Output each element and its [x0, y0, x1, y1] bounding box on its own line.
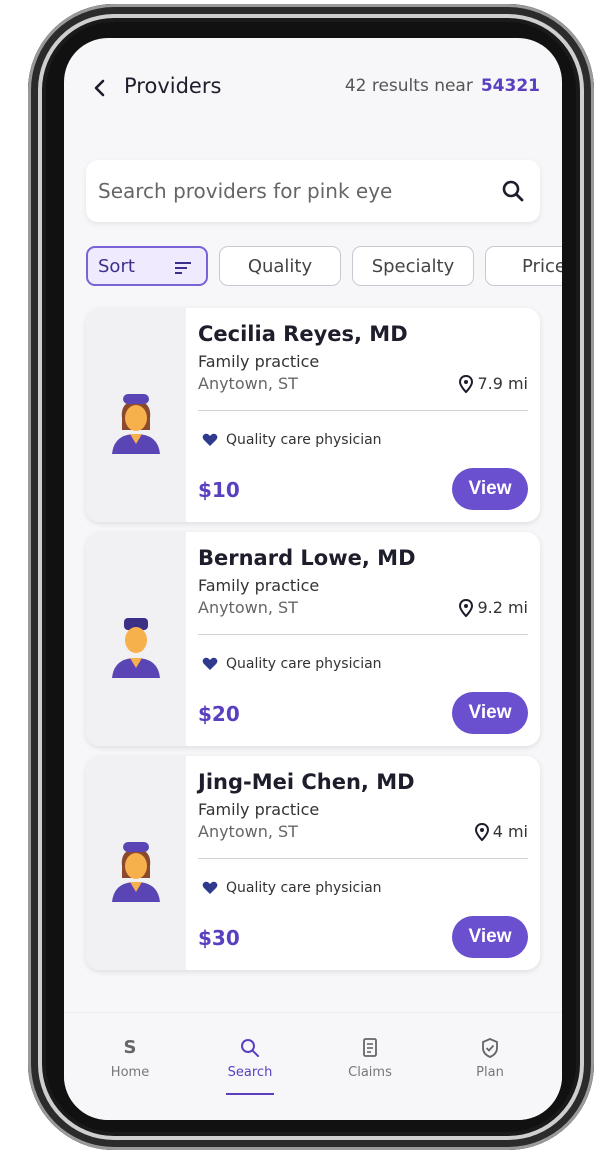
back-arrow-icon[interactable] [90, 76, 110, 100]
quality-badge: Quality care physician [202, 656, 382, 672]
provider-location: Anytown, ST [198, 598, 298, 617]
provider-distance: 4 mi [474, 822, 528, 841]
female-doctor-avatar-icon [112, 842, 160, 902]
provider-price: $30 [198, 926, 240, 950]
provider-card[interactable]: Bernard Lowe, MD Family practice Anytown… [86, 532, 540, 746]
header: Providers 42 results near 54321 [64, 74, 562, 104]
provider-location: Anytown, ST [198, 374, 298, 393]
avatar-column [86, 308, 186, 522]
filter-chips: Sort Quality Specialty Price [86, 246, 562, 288]
sort-chip[interactable]: Sort [86, 246, 208, 286]
distance-value: 4 mi [492, 822, 528, 841]
home-logo-icon: S [123, 1037, 137, 1058]
nav-claims-label: Claims [348, 1065, 392, 1080]
distance-value: 7.9 mi [477, 374, 528, 393]
provider-price: $20 [198, 702, 240, 726]
nav-claims[interactable]: Claims [330, 1037, 410, 1080]
provider-specialty: Family practice [198, 576, 320, 595]
results-count: 42 results near 54321 [345, 76, 540, 96]
card-divider [198, 858, 528, 859]
female-doctor-avatar-icon [112, 394, 160, 454]
quality-chip[interactable]: Quality [219, 246, 341, 286]
search-icon [241, 1039, 259, 1057]
provider-name: Jing-Mei Chen, MD [198, 770, 415, 794]
card-divider [198, 410, 528, 411]
heart-icon [202, 881, 218, 894]
provider-distance: 9.2 mi [458, 598, 528, 617]
male-doctor-avatar-icon [112, 618, 160, 678]
heart-icon [202, 433, 218, 446]
provider-card[interactable]: Jing-Mei Chen, MD Family practice Anytow… [86, 756, 540, 970]
provider-distance: 7.9 mi [458, 374, 528, 393]
nav-plan[interactable]: Plan [450, 1037, 530, 1080]
nav-home-label: Home [110, 1065, 150, 1080]
search-input[interactable]: Search providers for pink eye [98, 179, 392, 203]
card-divider [198, 634, 528, 635]
provider-specialty: Family practice [198, 352, 320, 371]
search-bar[interactable]: Search providers for pink eye [86, 160, 540, 222]
view-button[interactable]: View [452, 468, 528, 510]
zip-code-link[interactable]: 54321 [481, 76, 540, 96]
shield-check-icon [482, 1038, 498, 1058]
search-icon[interactable] [500, 178, 526, 204]
distance-value: 9.2 mi [477, 598, 528, 617]
location-pin-icon [459, 598, 474, 617]
provider-name: Bernard Lowe, MD [198, 546, 416, 570]
quality-label: Quality care physician [226, 432, 382, 448]
heart-icon [202, 657, 218, 670]
avatar-column [86, 532, 186, 746]
provider-name: Cecilia Reyes, MD [198, 322, 408, 346]
avatar-column [86, 756, 186, 970]
view-button[interactable]: View [452, 692, 528, 734]
sort-label: Sort [98, 255, 135, 277]
app-screen: Providers 42 results near 54321 Search pr… [64, 38, 562, 1120]
nav-plan-label: Plan [476, 1065, 504, 1080]
quality-label: Quality care physician [226, 880, 382, 896]
price-chip[interactable]: Price [485, 246, 562, 286]
nav-search[interactable]: Search [210, 1037, 290, 1080]
sort-lines-icon [175, 262, 191, 274]
nav-search-label: Search [227, 1065, 273, 1080]
location-pin-icon [459, 374, 474, 393]
quality-badge: Quality care physician [202, 432, 382, 448]
results-text: 42 results near [344, 76, 473, 96]
nav-home[interactable]: S Home [90, 1037, 170, 1080]
provider-card[interactable]: Cecilia Reyes, MD Family practice Anytow… [86, 308, 540, 522]
provider-price: $10 [198, 478, 240, 502]
location-pin-icon [474, 822, 489, 841]
quality-badge: Quality care physician [202, 880, 382, 896]
active-tab-indicator [226, 1093, 274, 1095]
receipt-icon [363, 1038, 377, 1057]
provider-location: Anytown, ST [198, 822, 298, 841]
view-button[interactable]: View [452, 916, 528, 958]
provider-specialty: Family practice [198, 800, 320, 819]
page-title: Providers [124, 74, 222, 98]
specialty-chip[interactable]: Specialty [352, 246, 474, 286]
bottom-nav: S Home Search Claims Plan [64, 1012, 562, 1120]
quality-label: Quality care physician [226, 656, 382, 672]
